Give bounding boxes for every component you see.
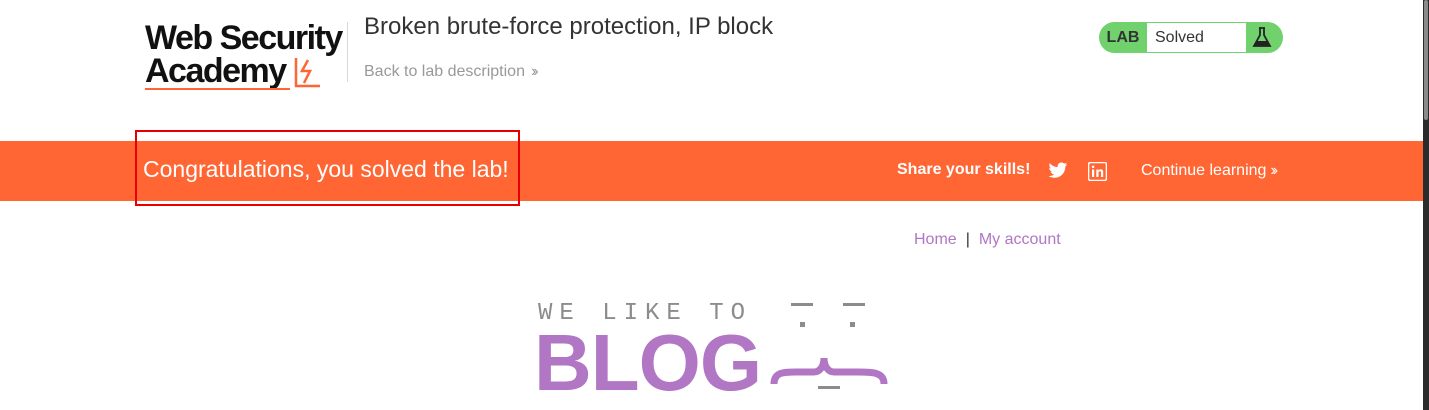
logo-line-2: Academy <box>145 52 287 90</box>
highlight-box <box>135 130 520 206</box>
nav-separator: | <box>965 231 970 248</box>
lab-title: Broken brute-force protection, IP block <box>364 13 774 40</box>
back-link-label: Back to lab description <box>364 63 525 80</box>
linkedin-icon[interactable] <box>1088 162 1107 181</box>
blog-logo-title: BLOG <box>534 318 762 407</box>
scrollbar-thumb[interactable] <box>1424 0 1428 120</box>
window-scrollbar[interactable] <box>1423 0 1429 410</box>
share-skills-label: Share your skills! <box>897 161 1031 178</box>
continue-learning-link[interactable]: Continue learning ›› <box>1141 162 1278 180</box>
top-nav: Home | My account <box>914 231 1061 249</box>
logo-line-1: Web Security <box>145 19 343 57</box>
academy-logo[interactable]: Web Security Academy <box>145 18 345 92</box>
twitter-icon[interactable] <box>1048 162 1068 179</box>
chevron-right-double-icon: ›› <box>1270 162 1277 179</box>
nav-my-account-link[interactable]: My account <box>979 231 1061 248</box>
nav-home-link[interactable]: Home <box>914 231 957 248</box>
blog-face-icon <box>770 303 888 389</box>
chevron-right-double-icon: ›› <box>530 63 538 80</box>
lab-status-widget: LAB Solved <box>1099 22 1283 53</box>
lightning-bolt-icon <box>294 58 320 88</box>
lab-status-text: Solved <box>1147 23 1246 52</box>
flask-icon <box>1252 27 1272 47</box>
continue-learning-label: Continue learning <box>1141 162 1267 179</box>
back-to-lab-description-link[interactable]: Back to lab description ›› <box>364 63 538 81</box>
header-divider <box>347 22 348 82</box>
lab-tag: LAB <box>1106 29 1140 46</box>
logo-underline <box>145 88 290 90</box>
